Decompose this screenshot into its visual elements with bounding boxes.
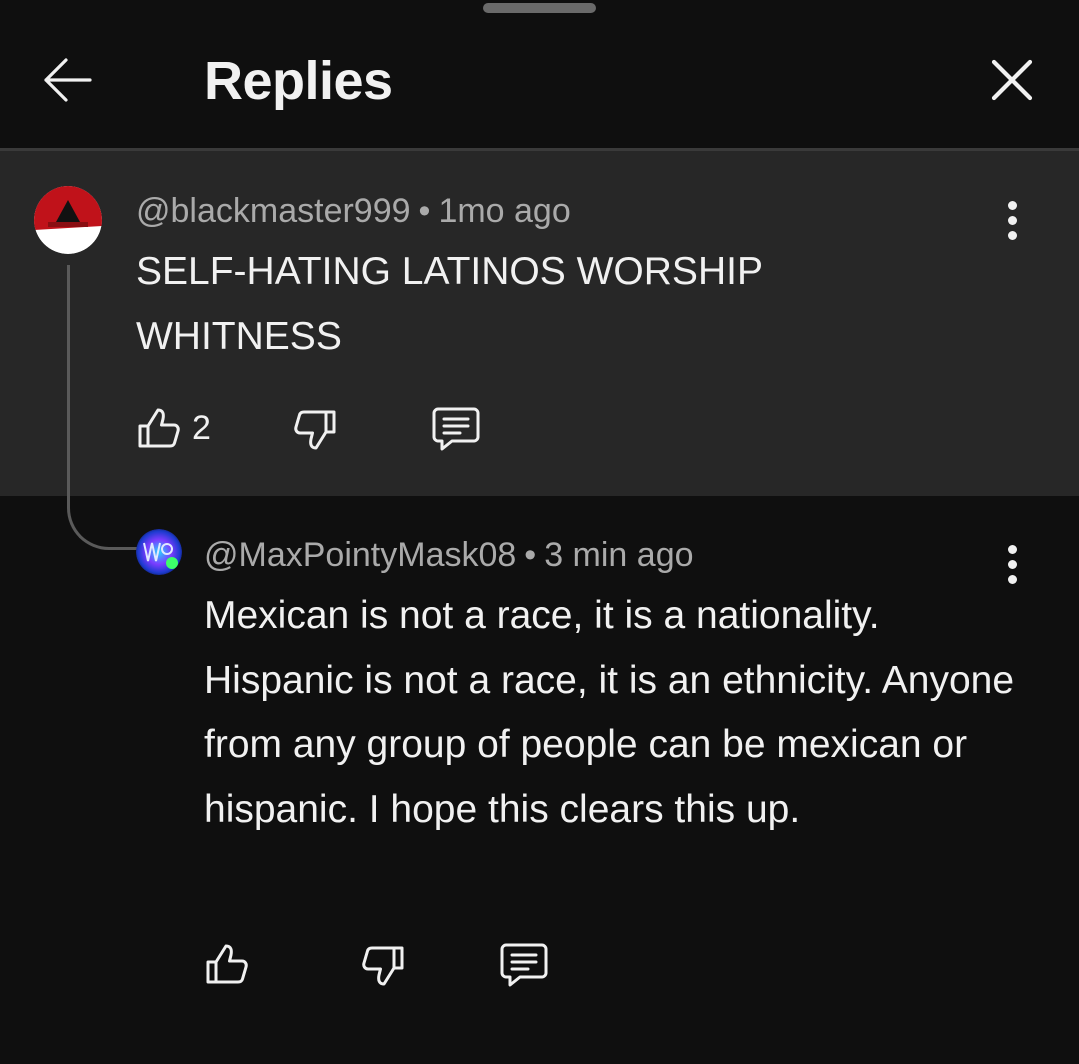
reply-button[interactable] [498,941,550,989]
comment-icon [432,407,480,451]
like-button[interactable] [204,941,260,987]
comment-text: SELF-HATING LATINOS WORSHIP WHITNESS [136,250,763,358]
avatar[interactable] [34,186,102,254]
back-button[interactable] [36,52,98,108]
comment-timestamp: 3 min ago [544,536,694,574]
more-vert-icon [1007,544,1017,554]
comment-meta: @blackmaster999 • 1mo ago [136,192,571,231]
thumbs-down-icon [362,946,404,986]
comment-meta: @MaxPointyMask08 • 3 min ago [204,536,694,575]
meta-separator: • [524,536,537,574]
like-button[interactable]: 2 [136,405,211,451]
comment-author-handle[interactable]: @MaxPointyMask08 [204,536,516,574]
comment-author-handle[interactable]: @blackmaster999 [136,192,411,230]
thumbs-down-icon [294,410,336,450]
meta-separator: • [418,192,431,230]
reply-button[interactable] [430,405,482,453]
thumbs-up-icon [206,944,248,984]
like-count: 2 [192,408,211,447]
comment-more-button[interactable] [992,192,1032,248]
avatar-logo-icon [34,186,102,254]
thread-connector-line [67,265,147,550]
page-title: Replies [204,51,393,111]
arrow-left-icon [44,58,92,102]
avatar[interactable] [136,529,182,575]
thumbs-up-icon [138,408,180,448]
close-icon [991,59,1033,101]
more-vert-icon [1007,200,1017,210]
close-button[interactable] [982,52,1042,108]
dislike-button[interactable] [360,943,406,989]
avatar-logo-icon [136,529,182,575]
comment-icon [500,943,548,987]
replies-panel: Replies @blackmaster999 • 1mo ago SELF-HAT… [0,0,1079,1064]
comment-text: Mexican is not a race, it is a nationali… [204,594,1015,831]
comment-timestamp: 1mo ago [438,192,571,230]
replies-header: Replies [0,0,1079,151]
dislike-button[interactable] [292,407,338,453]
